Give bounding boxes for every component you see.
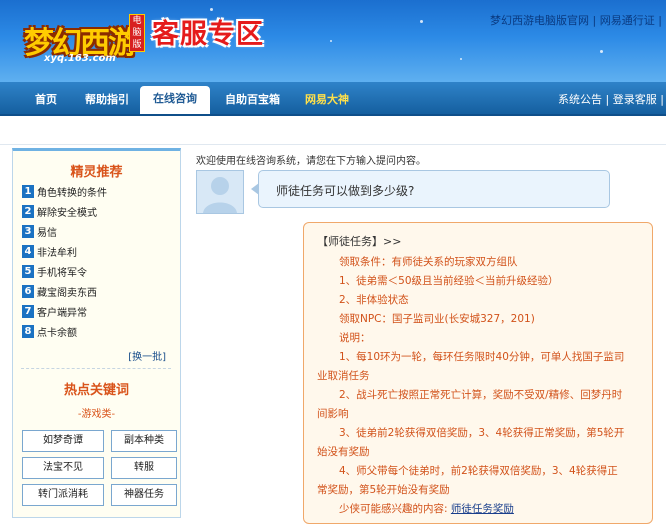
rec-label: 点卡余额 [37, 328, 77, 339]
keyword-button[interactable]: 神器任务 [111, 484, 177, 506]
rec-number: 6 [22, 285, 34, 298]
sparkle-decoration [330, 40, 332, 42]
keyword-button[interactable]: 转服 [111, 457, 177, 479]
site-header: 梦幻西游 xyq.163.com 电脑版 客服专区 梦幻西游电脑版官网 | 网易… [0, 0, 666, 82]
answer-line: 2、战斗死亡按照正常死亡计算，奖励不受双/精修、回梦丹时 [339, 389, 623, 401]
sparkle-decoration [210, 8, 213, 11]
welcome-text: 欢迎使用在线咨询系统，请您在下方输入提问内容。 [196, 156, 426, 167]
user-avatar [196, 170, 244, 214]
rec-label: 解除安全模式 [37, 208, 97, 219]
logo-url: xyq.163.com [44, 53, 116, 64]
rec-item[interactable]: 4 非法牟利 [22, 244, 77, 260]
answer-line: 1、徒弟需＜50级且当前经验＜当前升级经验） [339, 275, 559, 287]
rec-item[interactable]: 1 角色转换的条件 [22, 184, 107, 200]
answer-line: 说明： [339, 332, 371, 344]
rec-item[interactable]: 6 藏宝阁卖东西 [22, 284, 97, 300]
sparkle-decoration [420, 20, 423, 23]
nav-home[interactable]: 首页 [35, 91, 57, 107]
answer-line: 常奖励，第5轮开始没有奖励 [317, 484, 450, 496]
game-logo[interactable]: 梦幻西游 xyq.163.com [10, 8, 140, 64]
recommend-title: 精灵推荐 [70, 165, 123, 180]
sparkle-decoration [460, 58, 462, 60]
rec-number: 7 [22, 305, 34, 318]
answer-line: 领取条件：有师徒关系的玩家双方组队 [339, 256, 518, 268]
keyword-button[interactable]: 法宝不见 [22, 457, 104, 479]
nav-right-links: 系统公告 | 登录客服 | 我 [558, 93, 664, 106]
main-nav: 首页 帮助指引 在线咨询 自助百宝箱 网易大神 系统公告 | 登录客服 | 我 [0, 82, 666, 116]
login-support-link[interactable]: 登录客服 [613, 93, 657, 106]
divider [21, 368, 171, 369]
answer-line: 间影响 [317, 408, 349, 420]
rec-item[interactable]: 3 易信 [22, 224, 57, 240]
sub-bar [0, 116, 666, 145]
rec-label: 手机将军令 [37, 268, 87, 279]
sidebar: 精灵推荐 1 角色转换的条件 2 解除安全模式 3 易信 4 非法牟利 5 手机将军令 6… [12, 148, 181, 518]
question-text: 师徒任务可以做到多少级? [276, 184, 415, 198]
keywords-title: 热点关键词 [63, 383, 129, 398]
answer-line: 4、师父带每个徒弟时，前2轮获得双倍奖励，3、4轮获得正 [339, 465, 618, 477]
rec-label: 客户端异常 [37, 308, 87, 319]
keyword-button[interactable]: 转门派消耗 [22, 484, 104, 506]
chat-area: 欢迎使用在线咨询系统，请您在下方输入提问内容。 师徒任务可以做到多少级? 【师徒… [193, 148, 666, 524]
answer-line: 领取NPC：国子监司业(长安城327，201) [339, 313, 535, 325]
keyword-button[interactable]: 如梦奇谭 [22, 430, 104, 452]
rec-item[interactable]: 8 点卡余额 [22, 324, 77, 340]
answer-line: 3、徒弟前2轮获得双倍奖励，3、4轮获得正常奖励，第5轮开 [339, 427, 625, 439]
nav-online-consult[interactable]: 在线咨询 [140, 86, 210, 114]
answer-box: 【师徒任务】>> 领取条件：有师徒关系的玩家双方组队 1、徒弟需＜50级且当前经… [303, 222, 653, 524]
answer-title: 【师徒任务】>> [317, 235, 402, 248]
question-bubble: 师徒任务可以做到多少级? [258, 170, 610, 208]
related-link[interactable]: 师徒任务奖励 [451, 503, 514, 515]
edition-badge: 电脑版 [129, 14, 145, 52]
keyword-button[interactable]: 副本种类 [111, 430, 177, 452]
rec-label: 非法牟利 [37, 248, 77, 259]
section-title: 客服专区 [152, 19, 264, 50]
answer-line: 始没有奖励 [317, 446, 370, 458]
answer-line: 2、非体验状态 [339, 294, 409, 306]
refresh-link[interactable]: [换一批] [128, 348, 166, 363]
system-notice-link[interactable]: 系统公告 [558, 93, 602, 106]
rec-item[interactable]: 7 客户端异常 [22, 304, 87, 320]
rec-number: 4 [22, 245, 34, 258]
related-prefix: 少侠可能感兴趣的内容: [339, 503, 448, 515]
nav-toolbox[interactable]: 自助百宝箱 [225, 91, 280, 107]
rec-number: 3 [22, 225, 34, 238]
answer-line: 1、每10环为一轮，每环任务限时40分钟，可单人找国子监司 [339, 351, 625, 363]
rec-item[interactable]: 2 解除安全模式 [22, 204, 97, 220]
rec-number: 1 [22, 185, 34, 198]
rec-label: 藏宝阁卖东西 [37, 288, 97, 299]
answer-line: 业取消任务 [317, 370, 370, 382]
category-label: -游戏类- [77, 409, 116, 420]
sparkle-decoration [600, 50, 603, 53]
rec-number: 8 [22, 325, 34, 338]
rec-number: 2 [22, 205, 34, 218]
rec-label: 易信 [37, 228, 57, 239]
rec-label: 角色转换的条件 [37, 188, 107, 199]
nav-netease-dashen[interactable]: 网易大神 [305, 91, 349, 107]
nav-help[interactable]: 帮助指引 [85, 91, 129, 107]
user-silhouette-icon [203, 177, 237, 213]
rec-item[interactable]: 5 手机将军令 [22, 264, 87, 280]
official-site-link[interactable]: 梦幻西游电脑版官网 [490, 14, 589, 27]
passport-link[interactable]: 网易通行证 [600, 14, 655, 27]
rec-number: 5 [22, 265, 34, 278]
top-links: 梦幻西游电脑版官网 | 网易通行证 | 官方 [490, 12, 666, 28]
